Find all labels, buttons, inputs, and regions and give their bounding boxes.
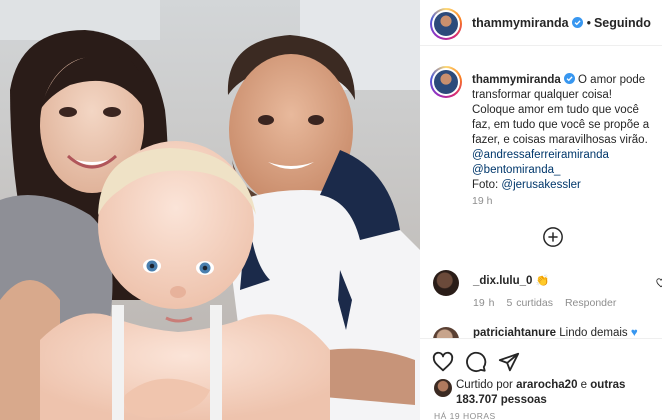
liker-avatar[interactable] [434, 379, 452, 397]
caption-avatar-icon[interactable] [430, 66, 462, 98]
comment-item: patriciahtanure Lindo demais ♥ [430, 324, 662, 338]
liker-username[interactable]: ararocha20 [516, 379, 577, 391]
photo-credit: Foto: @jerusakessler [472, 179, 581, 191]
profile-avatar-icon[interactable] [430, 8, 462, 40]
comment-meta: 19 h 5 curtidas Responder [473, 297, 628, 309]
comment-line: _dix.lulu_0 👏 [473, 274, 549, 287]
liked-by-text: Curtido por ararocha20 e outras 183.707 … [456, 378, 656, 408]
follow-status-button[interactable]: Seguindo [594, 16, 651, 30]
liked-by-prefix: Curtido por [456, 379, 513, 391]
blue-heart-icon: ♥ [630, 327, 638, 338]
caption-time: 19 h [472, 195, 493, 207]
comment-time: 19 h [473, 297, 495, 309]
post-timestamp[interactable]: HÁ 19 HORAS [434, 411, 496, 420]
commenter-username[interactable]: _dix.lulu_0 [473, 275, 532, 287]
paper-plane-icon[interactable] [498, 351, 520, 373]
comment-bubble-icon[interactable] [465, 351, 487, 373]
commenter-avatar[interactable] [433, 327, 459, 338]
commenter-avatar[interactable] [433, 270, 459, 296]
comment-like-heart-icon[interactable] [656, 278, 662, 288]
header-username[interactable]: thammymiranda [472, 16, 569, 30]
post-header: thammymiranda • Seguindo [420, 0, 662, 46]
commenter-username[interactable]: patriciahtanure [473, 327, 556, 338]
post-side-panel: thammymiranda • Seguindo thammymiranda O a… [420, 0, 662, 420]
post-actions: Curtido por ararocha20 e outras 183.707 … [420, 338, 662, 420]
caption-text: thammymiranda O amor pode transformar qu… [472, 73, 656, 193]
reply-button[interactable]: Responder [565, 297, 616, 309]
post-photo[interactable] [0, 0, 420, 420]
header-user: thammymiranda • Seguindo [472, 16, 651, 30]
separator-dot: • [586, 16, 591, 30]
comment-text: Lindo demais [559, 327, 628, 338]
verified-badge-icon [563, 73, 575, 84]
caption-username[interactable]: thammymiranda [472, 74, 561, 86]
plus-circle-icon[interactable] [542, 226, 564, 248]
photo-credit-label: Foto: [472, 179, 499, 191]
mention-link[interactable]: @andressaferreiramiranda [472, 148, 656, 163]
family-photo-illustration [0, 0, 420, 420]
comment-line: patriciahtanure Lindo demais ♥ [473, 327, 638, 338]
credit-mention-link[interactable]: @jerusakessler [501, 179, 580, 191]
mention-link[interactable]: @bentomiranda_ [472, 163, 656, 178]
verified-badge-icon [571, 17, 583, 28]
clapping-hands-icon: 👏 [535, 275, 550, 287]
heart-icon[interactable] [432, 351, 454, 373]
comment-likes-count[interactable]: 5 curtidas [506, 297, 553, 309]
liked-by-and: e [580, 379, 588, 391]
